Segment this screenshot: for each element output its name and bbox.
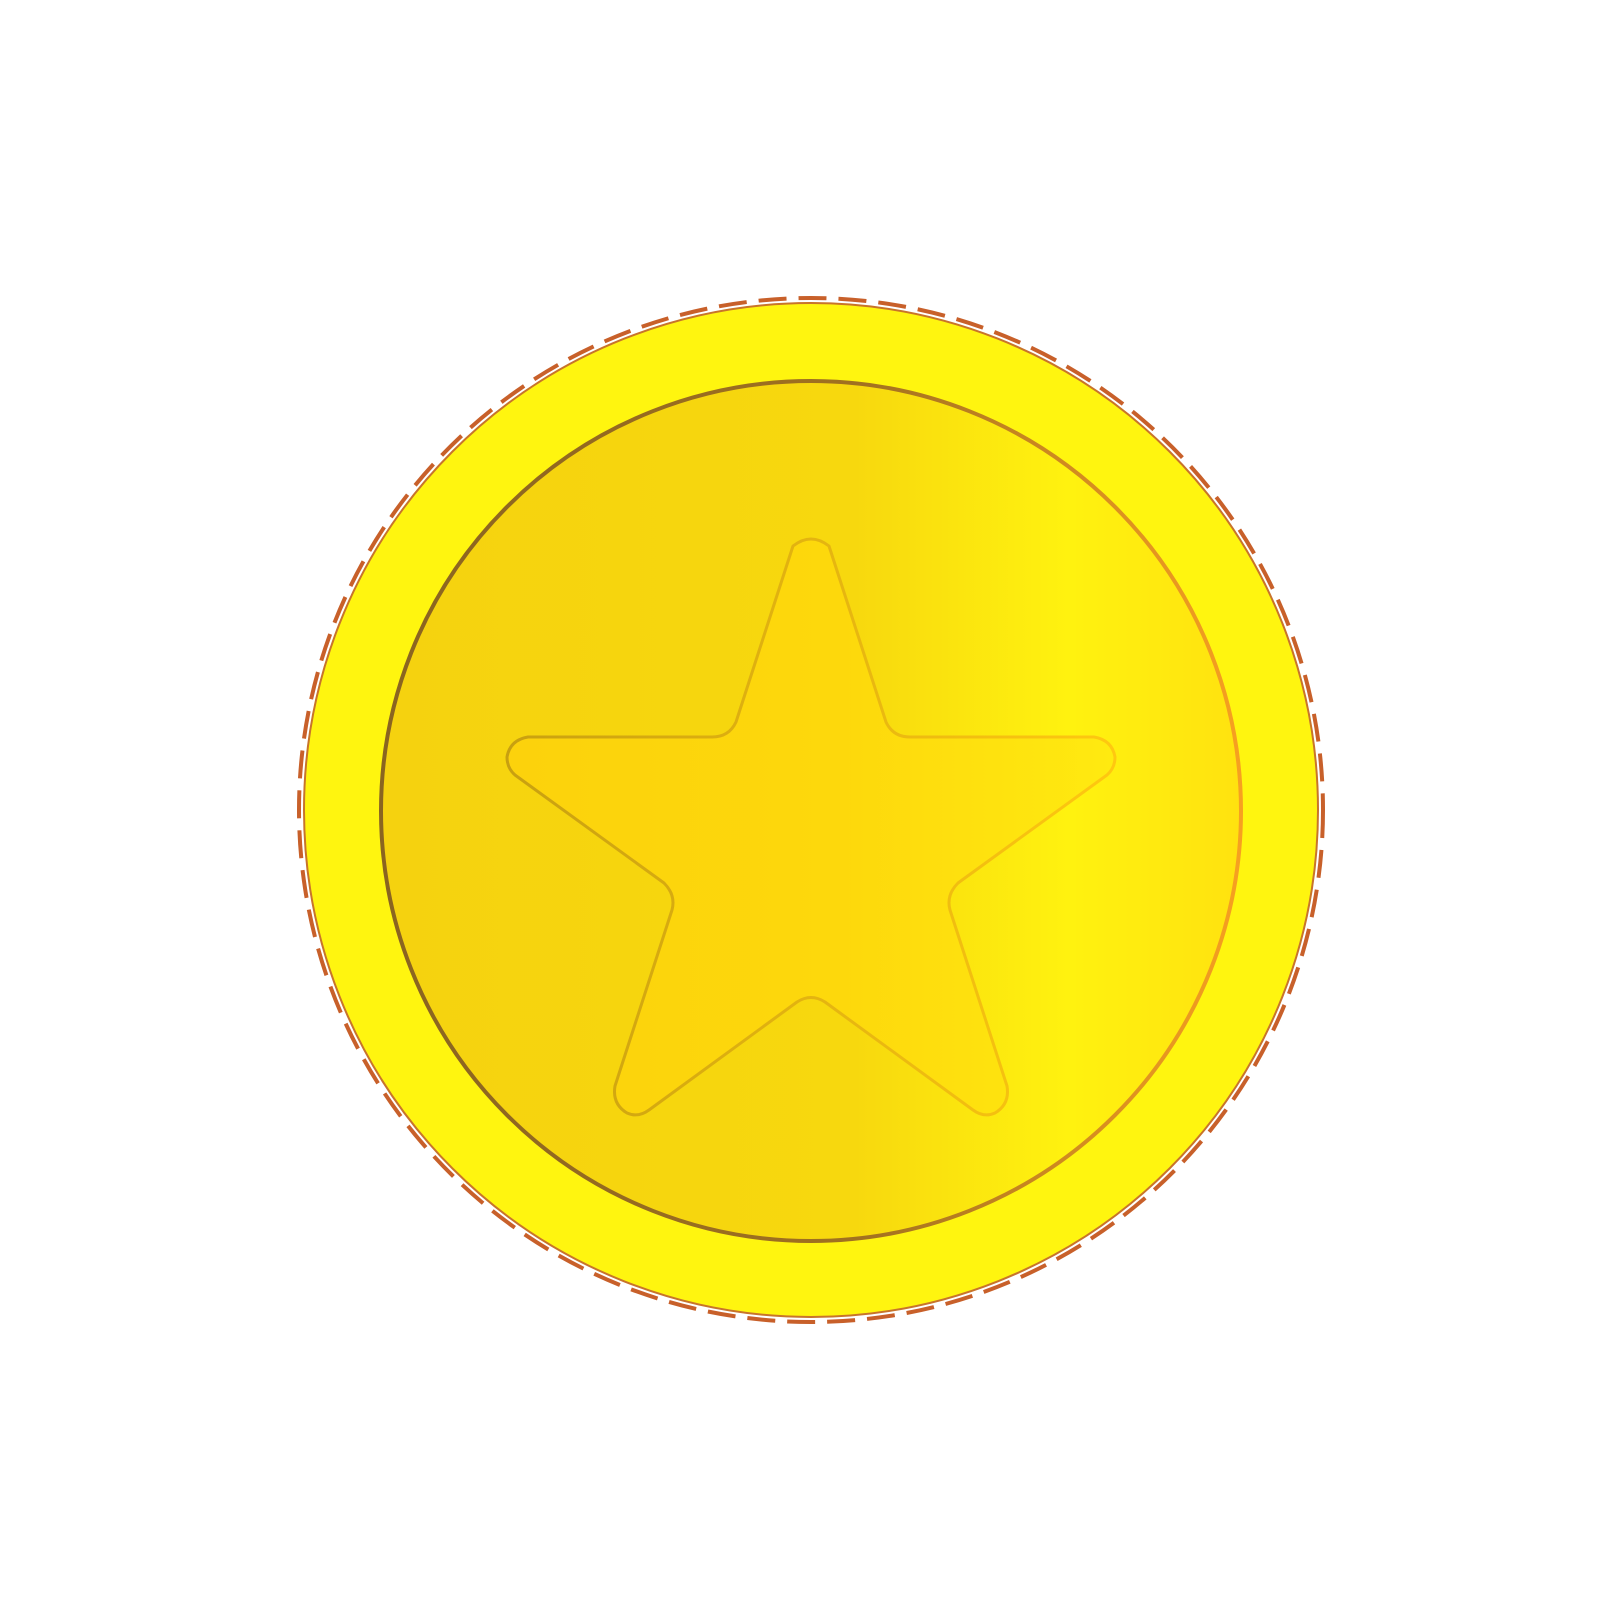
- coin-icon: [297, 296, 1325, 1324]
- coin-illustration: [0, 0, 1620, 1620]
